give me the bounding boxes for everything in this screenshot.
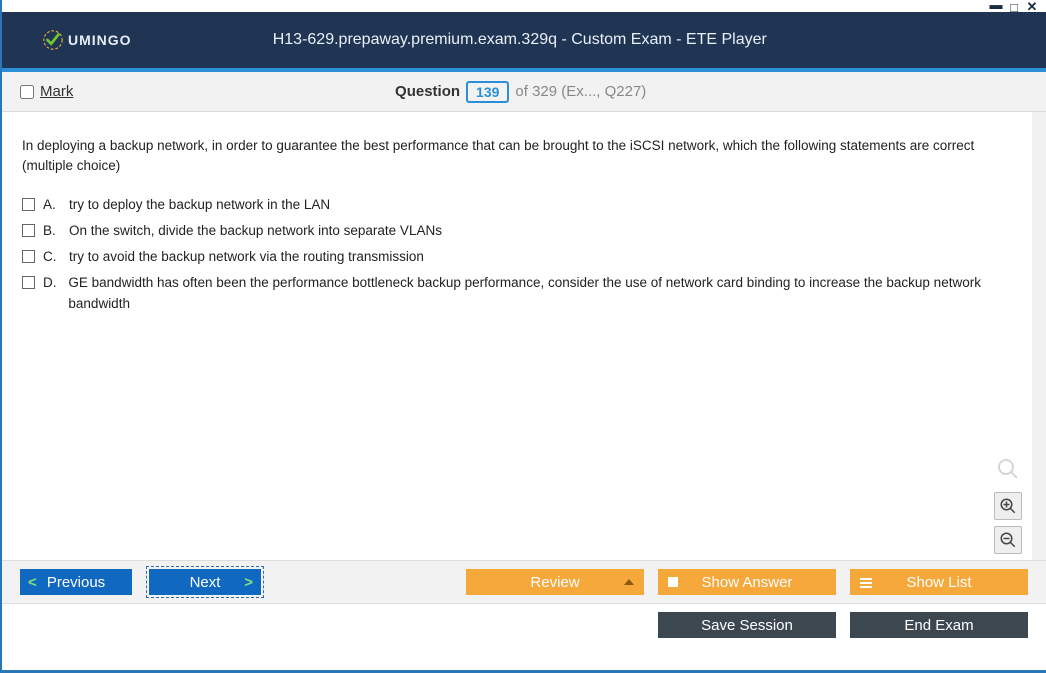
choice-letter: D.: [43, 273, 60, 293]
previous-label: Previous: [47, 574, 105, 591]
review-label: Review: [530, 574, 579, 591]
zoom-out-button[interactable]: [994, 526, 1022, 554]
zoom-in-button[interactable]: [994, 492, 1022, 520]
next-button-focus-ring: Next >: [146, 566, 264, 598]
choice-row[interactable]: D. GE bandwidth has often been the perfo…: [22, 273, 1014, 314]
choice-letter: B.: [43, 221, 61, 241]
next-button[interactable]: Next >: [149, 569, 261, 595]
mark-label[interactable]: Mark: [40, 83, 73, 100]
chevron-left-icon: <: [28, 574, 37, 591]
next-label: Next: [190, 574, 221, 591]
search-zoom-icon[interactable]: [996, 457, 1020, 486]
choice-row[interactable]: B. On the switch, divide the backup netw…: [22, 221, 1014, 241]
square-icon: [668, 577, 678, 587]
question-content: In deploying a backup network, in order …: [2, 112, 1046, 560]
maximize-icon[interactable]: □: [1006, 0, 1022, 14]
show-list-button[interactable]: Show List: [850, 569, 1028, 595]
question-number-box[interactable]: 139: [466, 81, 509, 103]
logo-check-icon: [42, 29, 64, 51]
choice-checkbox[interactable]: [22, 250, 35, 263]
choice-letter: C.: [43, 247, 61, 267]
show-list-label: Show List: [906, 574, 971, 591]
show-answer-button[interactable]: Show Answer: [658, 569, 836, 595]
window-controls: ▬ □ ✕: [988, 0, 1040, 14]
mark-toggle[interactable]: Mark: [20, 83, 73, 100]
mark-checkbox[interactable]: [20, 85, 34, 99]
choice-text: try to deploy the backup network in the …: [69, 195, 330, 215]
zoom-toolbar: [994, 457, 1022, 554]
question-total: of 329 (Ex..., Q227): [515, 83, 646, 100]
question-text: In deploying a backup network, in order …: [22, 136, 1014, 177]
choice-list: A. try to deploy the backup network in t…: [22, 195, 1014, 314]
choice-text: GE bandwidth has often been the performa…: [68, 273, 1014, 314]
minimize-icon[interactable]: ▬: [988, 0, 1004, 14]
choice-checkbox[interactable]: [22, 224, 35, 237]
end-exam-label: End Exam: [904, 617, 973, 634]
chevron-right-icon: >: [244, 574, 253, 591]
choice-checkbox[interactable]: [22, 276, 35, 289]
choice-text: On the switch, divide the backup network…: [69, 221, 442, 241]
review-button[interactable]: Review: [466, 569, 644, 595]
close-icon[interactable]: ✕: [1024, 0, 1040, 14]
question-progress: Question 139 of 329 (Ex..., Q227): [73, 81, 968, 103]
save-session-label: Save Session: [701, 617, 793, 634]
navigation-row: < Previous Next > Review Show Answer Sho…: [2, 560, 1046, 604]
choice-checkbox[interactable]: [22, 198, 35, 211]
previous-button[interactable]: < Previous: [20, 569, 132, 595]
list-icon: [860, 576, 872, 588]
title-bar: UMINGO H13-629.prepaway.premium.exam.329…: [2, 0, 1046, 68]
session-row: Save Session End Exam: [2, 604, 1046, 646]
app-logo: UMINGO: [42, 29, 132, 51]
window-title: H13-629.prepaway.premium.exam.329q - Cus…: [132, 31, 1028, 49]
end-exam-button[interactable]: End Exam: [850, 612, 1028, 638]
choice-row[interactable]: A. try to deploy the backup network in t…: [22, 195, 1014, 215]
choice-row[interactable]: C. try to avoid the backup network via t…: [22, 247, 1014, 267]
question-header-bar: Mark Question 139 of 329 (Ex..., Q227): [2, 72, 1046, 112]
choice-text: try to avoid the backup network via the …: [69, 247, 424, 267]
question-word: Question: [395, 83, 460, 100]
choice-letter: A.: [43, 195, 61, 215]
show-answer-label: Show Answer: [702, 574, 793, 591]
save-session-button[interactable]: Save Session: [658, 612, 836, 638]
logo-text: UMINGO: [68, 32, 132, 48]
triangle-up-icon: [624, 579, 634, 585]
